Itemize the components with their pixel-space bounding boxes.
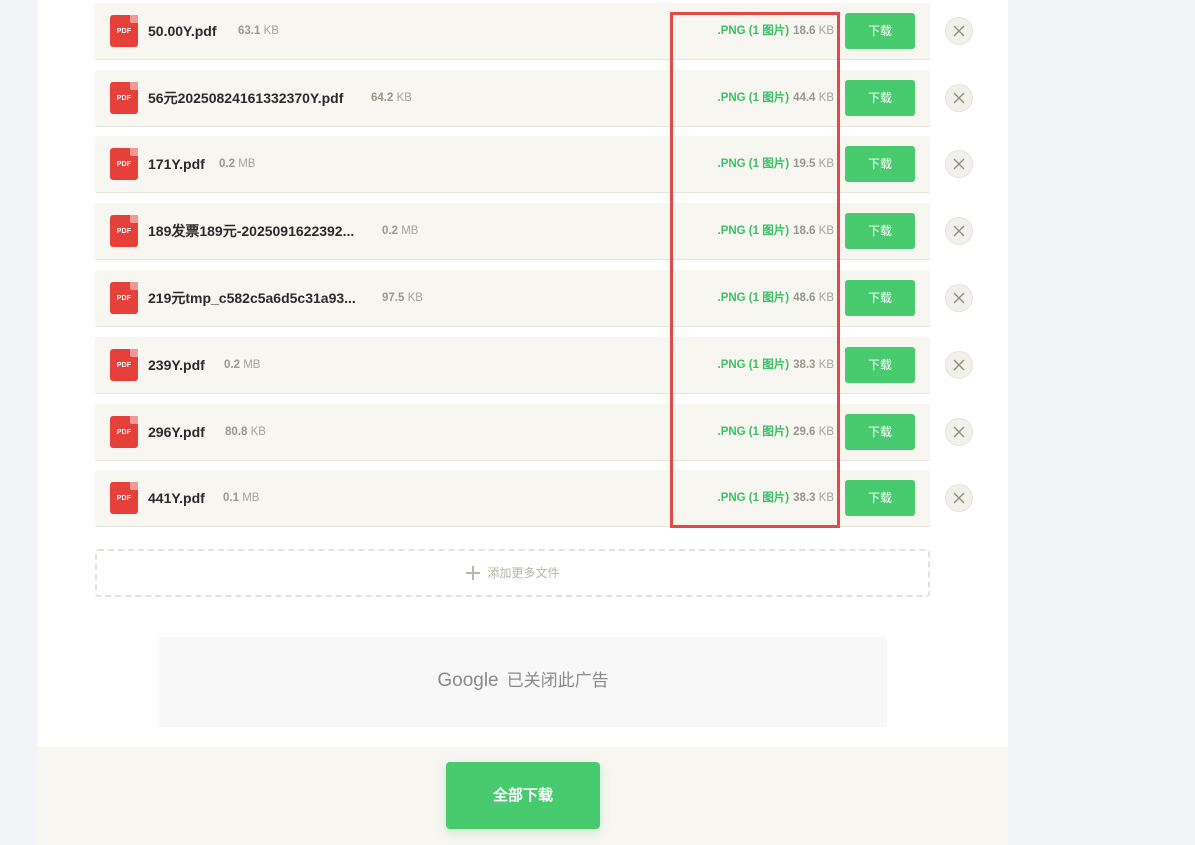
close-icon	[953, 92, 965, 104]
ad-closed-text: 已关闭此广告	[506, 671, 609, 691]
remove-file-button[interactable]	[945, 217, 973, 245]
download-button[interactable]: 下载	[845, 280, 915, 316]
download-button[interactable]: 下载	[845, 480, 915, 516]
pdf-file-icon: PDF	[110, 416, 138, 448]
file-name: 239Y.pdf	[148, 357, 205, 373]
pdf-file-icon: PDF	[110, 148, 138, 180]
file-size: 0.2 MB	[224, 359, 261, 371]
remove-file-button[interactable]	[945, 484, 973, 512]
file-size: 97.5 KB	[382, 292, 423, 304]
file-name: 441Y.pdf	[148, 490, 205, 506]
file-name: 171Y.pdf	[148, 156, 205, 172]
download-button[interactable]: 下载	[845, 80, 915, 116]
download-button[interactable]: 下载	[845, 414, 915, 450]
download-button[interactable]: 下载	[845, 13, 915, 49]
pdf-file-icon: PDF	[110, 349, 138, 381]
pdf-file-icon: PDF	[110, 282, 138, 314]
download-all-button[interactable]: 全部下载	[446, 762, 600, 829]
file-name: 219元tmp_c582c5a6d5c31a93...	[148, 290, 356, 306]
file-size: 0.2 MB	[382, 225, 419, 237]
remove-file-button[interactable]	[945, 17, 973, 45]
pdf-file-icon: PDF	[110, 482, 138, 514]
remove-file-button[interactable]	[945, 351, 973, 379]
close-icon	[953, 492, 965, 504]
remove-file-button[interactable]	[945, 84, 973, 112]
highlight-box	[670, 12, 840, 528]
plus-icon	[466, 565, 481, 580]
google-logo: Google	[437, 670, 499, 691]
close-icon	[953, 25, 965, 37]
file-name: 56元20250824161332370Y.pdf	[148, 90, 344, 106]
download-button[interactable]: 下载	[845, 347, 915, 383]
ad-placeholder: Google 已关闭此广告	[159, 637, 887, 727]
remove-file-button[interactable]	[945, 150, 973, 178]
file-name: 296Y.pdf	[148, 424, 205, 440]
add-more-label: 添加更多文件	[487, 566, 560, 580]
pdf-file-icon: PDF	[110, 215, 138, 247]
file-size: 80.8 KB	[225, 426, 266, 438]
file-size: 64.2 KB	[371, 92, 412, 104]
footer-bar: 全部下载	[38, 747, 1008, 845]
close-icon	[953, 292, 965, 304]
pdf-file-icon: PDF	[110, 15, 138, 47]
close-icon	[953, 359, 965, 371]
download-button[interactable]: 下载	[845, 146, 915, 182]
file-name: 50.00Y.pdf	[148, 23, 217, 39]
pdf-file-icon: PDF	[110, 82, 138, 114]
file-size: 63.1 KB	[238, 25, 279, 37]
file-name: 189发票189元-2025091622392...	[148, 223, 355, 239]
close-icon	[953, 426, 965, 438]
file-size: 0.1 MB	[223, 492, 260, 504]
close-icon	[953, 158, 965, 170]
remove-file-button[interactable]	[945, 284, 973, 312]
remove-file-button[interactable]	[945, 418, 973, 446]
download-button[interactable]: 下载	[845, 213, 915, 249]
file-size: 0.2 MB	[219, 158, 256, 170]
close-icon	[953, 225, 965, 237]
add-more-files-button[interactable]: 添加更多文件	[95, 549, 930, 597]
